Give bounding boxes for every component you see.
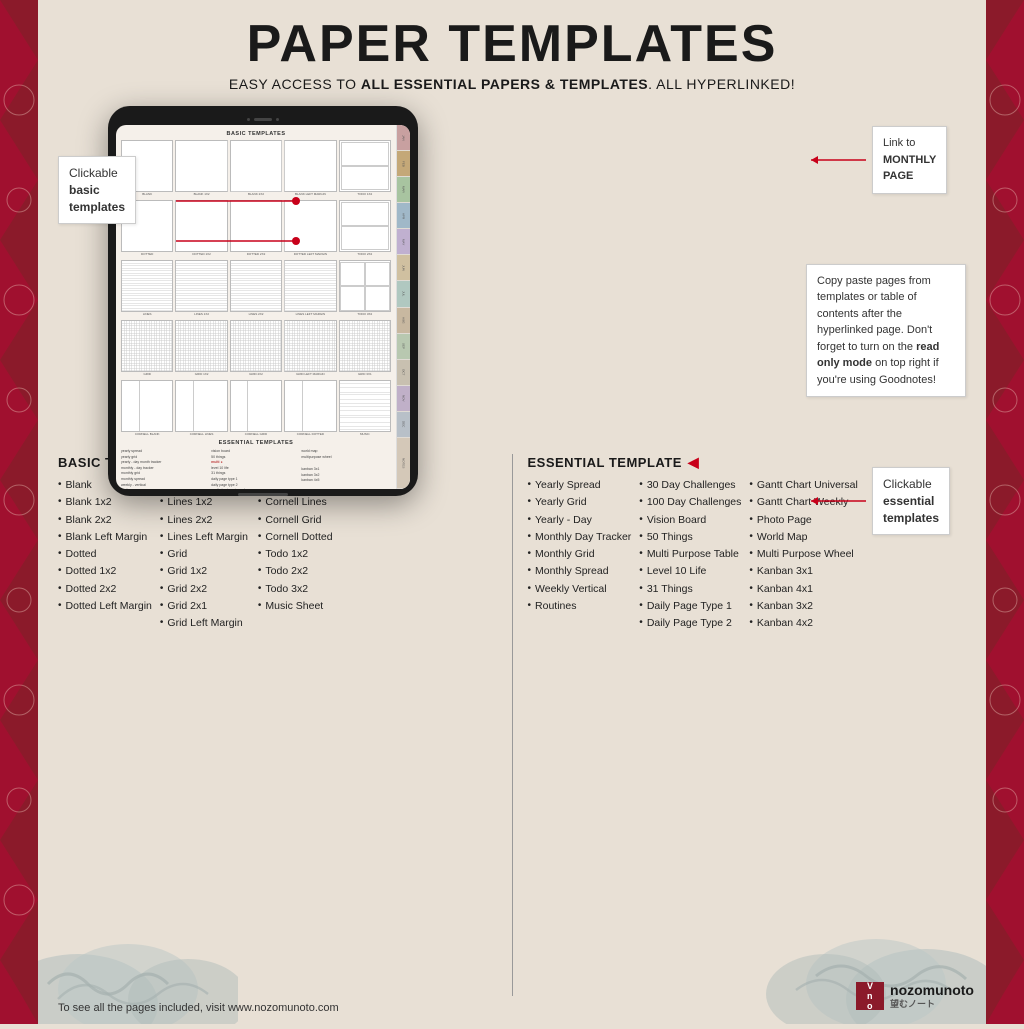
list-item: Routines — [528, 598, 632, 614]
list-item: Weekly Vertical — [528, 581, 632, 597]
subtitle-prefix: EASY ACCESS TO — [229, 76, 361, 92]
list-item: Monthly Spread — [528, 563, 632, 579]
list-item: Yearly - Day — [528, 512, 632, 528]
monthly-link-bold: MONTHLYPAGE — [883, 154, 936, 183]
tablet-device: BASIC TEMPLATES BLANK BLANK 1X2 BLANK 2X… — [108, 106, 418, 496]
list-item: Grid Left Margin — [160, 615, 250, 631]
subtitle-bold: ALL ESSENTIAL PAPERS & TEMPLATES — [361, 76, 648, 92]
essential-col-2: 30 Day Challenges 100 Day Challenges Vis… — [639, 477, 741, 631]
list-item: Dotted 1x2 — [58, 563, 152, 579]
list-item: Grid — [160, 546, 250, 562]
list-item: Cornell Dotted — [258, 529, 348, 545]
left-border — [0, 0, 38, 1024]
list-item: Blank 2x2 — [58, 512, 152, 528]
list-item: Lines 1x2 — [160, 494, 250, 510]
list-item: Grid 1x2 — [160, 563, 250, 579]
tablet-frame: BASIC TEMPLATES BLANK BLANK 1X2 BLANK 2X… — [108, 106, 418, 496]
list-item: Yearly Spread — [528, 477, 632, 493]
vertical-divider — [512, 454, 513, 996]
basic-col-2: Lines Lines 1x2 Lines 2x2 Lines Left Mar… — [160, 477, 250, 631]
list-item: Dotted Left Margin — [58, 598, 152, 614]
essential-line2: essential — [883, 494, 934, 508]
list-item: Lines Left Margin — [160, 529, 250, 545]
list-item: Kanban 3x2 — [749, 598, 857, 614]
annotation-basic-box: Clickable basic templates — [58, 156, 136, 224]
list-item: Dotted — [58, 546, 152, 562]
list-item: Music Sheet — [258, 598, 348, 614]
list-item: 100 Day Challenges — [639, 494, 741, 510]
subtitle: EASY ACCESS TO ALL ESSENTIAL PAPERS & TE… — [229, 76, 795, 92]
monthly-link-label: Link to — [883, 137, 915, 149]
page-title: PAPER TEMPLATES — [247, 18, 778, 70]
list-item: Yearly Grid — [528, 494, 632, 510]
middle-section: Clickable basic templates — [58, 106, 966, 446]
basic-template-list: BASIC TEMPLATE ◀ Blank Blank 1x2 Blank 2… — [58, 454, 497, 996]
list-item: Cornell Lines — [258, 494, 348, 510]
basic-templates-heading: BASIC TEMPLATES — [121, 131, 391, 137]
list-item: Monthly Grid — [528, 546, 632, 562]
list-item: 31 Things — [639, 581, 741, 597]
essential-title-arrow: ◀ — [688, 454, 699, 471]
annotation-essential-link: Clickable essential templates — [806, 467, 966, 535]
essential-line1: Clickable — [883, 477, 932, 491]
list-item: Daily Page Type 1 — [639, 598, 741, 614]
list-item: Todo 2x2 — [258, 563, 348, 579]
annotation-arrow-basic — [176, 181, 336, 261]
essential-templates-heading: ESSENTIAL TEMPLATES — [121, 440, 391, 446]
annotation-clickable-basic: Clickable basic templates — [58, 156, 136, 224]
list-item: Multi Purpose Wheel — [749, 546, 857, 562]
list-item: Grid 2x1 — [160, 598, 250, 614]
tablet-screen: BASIC TEMPLATES BLANK BLANK 1X2 BLANK 2X… — [116, 125, 410, 489]
copy-paste-box: Copy paste pages from templates or table… — [806, 264, 966, 398]
tablet-sidebar: JAN FEB MAR APR MAY JUN JUL AUG SEP OCT … — [396, 125, 410, 489]
list-item: Dotted 2x2 — [58, 581, 152, 597]
list-item: 30 Day Challenges — [639, 477, 741, 493]
list-item: Cornell Grid — [258, 512, 348, 528]
list-item: Blank 1x2 — [58, 494, 152, 510]
list-item: Todo 1x2 — [258, 546, 348, 562]
basic-col-3: Cornell Blank Cornell Lines Cornell Grid… — [258, 477, 348, 631]
subtitle-suffix: . ALL HYPERLINKED! — [648, 76, 795, 92]
main-content: PAPER TEMPLATES EASY ACCESS TO ALL ESSEN… — [38, 0, 986, 1024]
arrow-monthly — [806, 150, 866, 170]
footer-text: To see all the pages included, visit www… — [58, 1002, 339, 1014]
annotation-basic-line1: Clickable — [69, 166, 118, 180]
list-item: Kanban 3x1 — [749, 563, 857, 579]
list-item: Level 10 Life — [639, 563, 741, 579]
footer: To see all the pages included, visit www… — [58, 1002, 966, 1014]
list-item: Kanban 4x2 — [749, 615, 857, 631]
list-item: Vision Board — [639, 512, 741, 528]
list-item: Lines 2x2 — [160, 512, 250, 528]
annotation-essential-box: Clickable essential templates — [872, 467, 950, 535]
annotation-monthly-link: Link to MONTHLYPAGE — [806, 126, 966, 194]
arrow-essential — [806, 491, 866, 511]
list-item: Multi Purpose Table — [639, 546, 741, 562]
annotation-basic-line3: templates — [69, 200, 125, 214]
list-item: Monthly Day Tracker — [528, 529, 632, 545]
essential-title-text: ESSENTIAL TEMPLATE — [528, 455, 682, 470]
list-item: Todo 3x2 — [258, 581, 348, 597]
list-item: Grid 2x2 — [160, 581, 250, 597]
monthly-link-box: Link to MONTHLYPAGE — [872, 126, 947, 194]
essential-line3: templates — [883, 511, 939, 525]
right-border — [986, 0, 1024, 1024]
annotation-basic-line2: basic — [69, 183, 100, 197]
essential-col-1: Yearly Spread Yearly Grid Yearly - Day M… — [528, 477, 632, 631]
basic-template-columns: Blank Blank 1x2 Blank 2x2 Blank Left Mar… — [58, 477, 497, 631]
list-item: Kanban 4x1 — [749, 581, 857, 597]
list-item: Blank Left Margin — [58, 529, 152, 545]
list-item: Daily Page Type 2 — [639, 615, 741, 631]
basic-col-1: Blank Blank 1x2 Blank 2x2 Blank Left Mar… — [58, 477, 152, 631]
annotations-right: Link to MONTHLYPAGE Copy paste pages fro… — [806, 126, 966, 535]
list-item: 50 Things — [639, 529, 741, 545]
